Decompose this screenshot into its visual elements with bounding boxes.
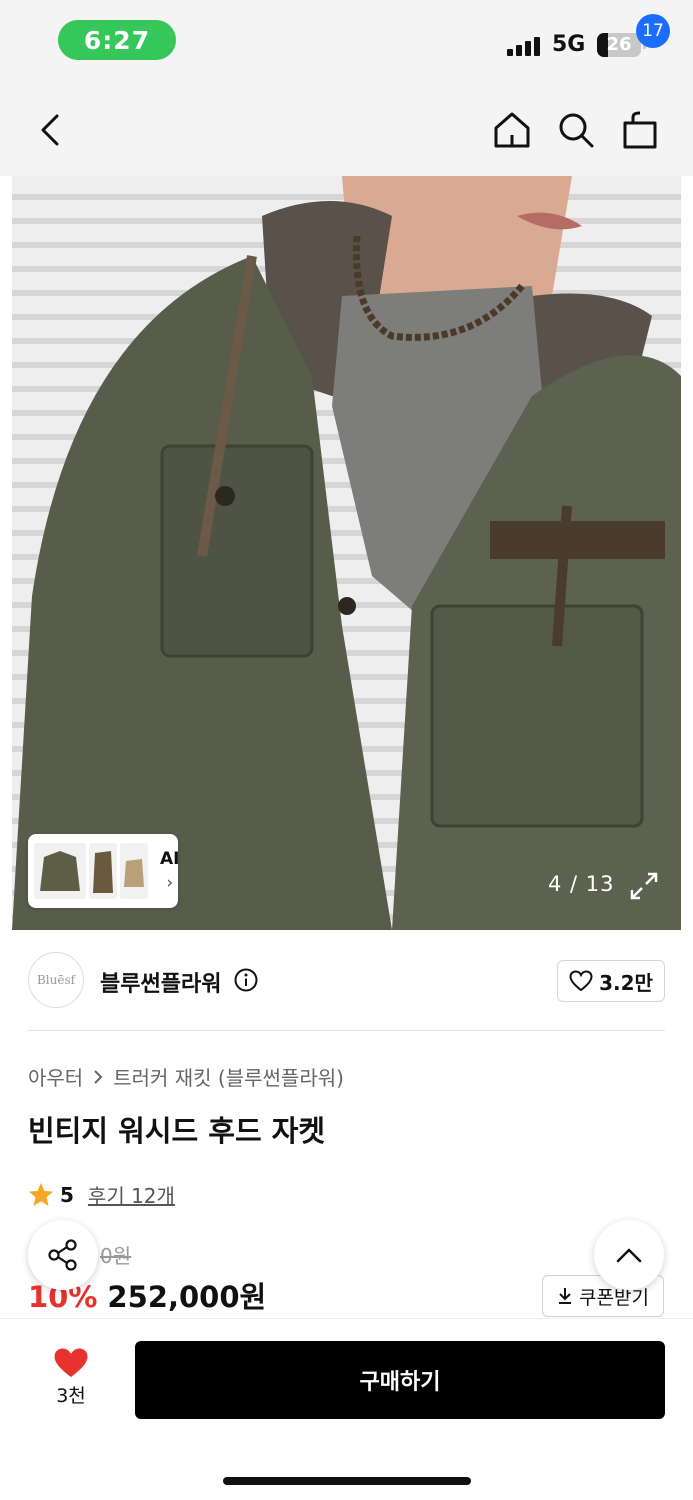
share-button[interactable] bbox=[28, 1220, 98, 1290]
status-time: 6:27 bbox=[58, 20, 176, 60]
brand-like-count: 3.2만 bbox=[599, 970, 653, 995]
back-icon[interactable] bbox=[30, 110, 70, 150]
cart-count-badge: 17 bbox=[636, 14, 670, 48]
product-image[interactable] bbox=[12, 176, 681, 930]
scroll-top-button[interactable] bbox=[594, 1220, 664, 1290]
status-bar: 6:27 5G 26 bbox=[0, 0, 693, 90]
review-link[interactable]: 후기 12개 bbox=[88, 1180, 175, 1209]
rating-score: 5 bbox=[60, 1182, 74, 1207]
search-icon[interactable] bbox=[554, 108, 598, 152]
ai-similar-card[interactable]: AI › bbox=[28, 834, 179, 908]
sale-price: 252,000원 bbox=[107, 1280, 267, 1314]
ai-thumb-1 bbox=[34, 843, 86, 899]
divider bbox=[28, 1030, 665, 1031]
share-icon bbox=[48, 1239, 77, 1271]
battery-percent: 26 bbox=[606, 34, 632, 55]
ai-thumb-2 bbox=[89, 843, 117, 899]
brand-like-button[interactable]: 3.2만 bbox=[557, 960, 665, 1002]
rating-row[interactable]: 5 후기 12개 bbox=[28, 1180, 175, 1209]
expand-icon[interactable] bbox=[626, 868, 662, 904]
brand-row: Bluēsf 블루썬플라워 3.2만 bbox=[28, 952, 665, 1010]
chevron-right-icon bbox=[94, 1069, 103, 1084]
chevron-right-icon: › bbox=[166, 873, 174, 893]
network-label: 5G bbox=[552, 32, 586, 57]
wish-count: 3천 bbox=[56, 1385, 86, 1407]
bottom-bar: 3천 구매하기 bbox=[0, 1318, 693, 1500]
ai-label: AI bbox=[160, 849, 180, 869]
brand-name[interactable]: 블루썬플라워 bbox=[100, 966, 221, 998]
breadcrumb-subcategory[interactable]: 트러커 재킷 (블루썬플라워) bbox=[113, 1062, 344, 1091]
info-icon[interactable] bbox=[234, 968, 258, 992]
brand-logo[interactable]: Bluēsf bbox=[28, 952, 84, 1008]
ai-thumb-3 bbox=[120, 843, 148, 899]
ai-thumbnails bbox=[34, 843, 148, 899]
home-indicator bbox=[223, 1477, 471, 1485]
heart-filled-icon bbox=[54, 1348, 88, 1377]
chevron-up-icon bbox=[616, 1248, 642, 1263]
star-icon bbox=[29, 1182, 53, 1206]
product-title: 빈티지 워시드 후드 자켓 bbox=[28, 1114, 326, 1148]
signal-icon bbox=[507, 36, 540, 56]
buy-button[interactable]: 구매하기 bbox=[135, 1341, 665, 1419]
battery-icon: 26 bbox=[597, 33, 641, 57]
image-counter: 4 / 13 bbox=[548, 872, 615, 896]
heart-outline-icon bbox=[569, 970, 593, 992]
top-nav bbox=[0, 90, 693, 176]
cart-icon[interactable] bbox=[618, 108, 662, 152]
original-price: 0원 bbox=[100, 1244, 132, 1268]
home-icon[interactable] bbox=[490, 108, 534, 152]
wishlist-button[interactable]: 3천 bbox=[30, 1347, 112, 1417]
breadcrumb-category[interactable]: 아우터 bbox=[28, 1062, 83, 1091]
ai-link: AI › bbox=[160, 847, 179, 895]
download-icon bbox=[559, 1288, 572, 1304]
breadcrumb: 아우터 트러커 재킷 (블루썬플라워) bbox=[28, 1062, 344, 1091]
